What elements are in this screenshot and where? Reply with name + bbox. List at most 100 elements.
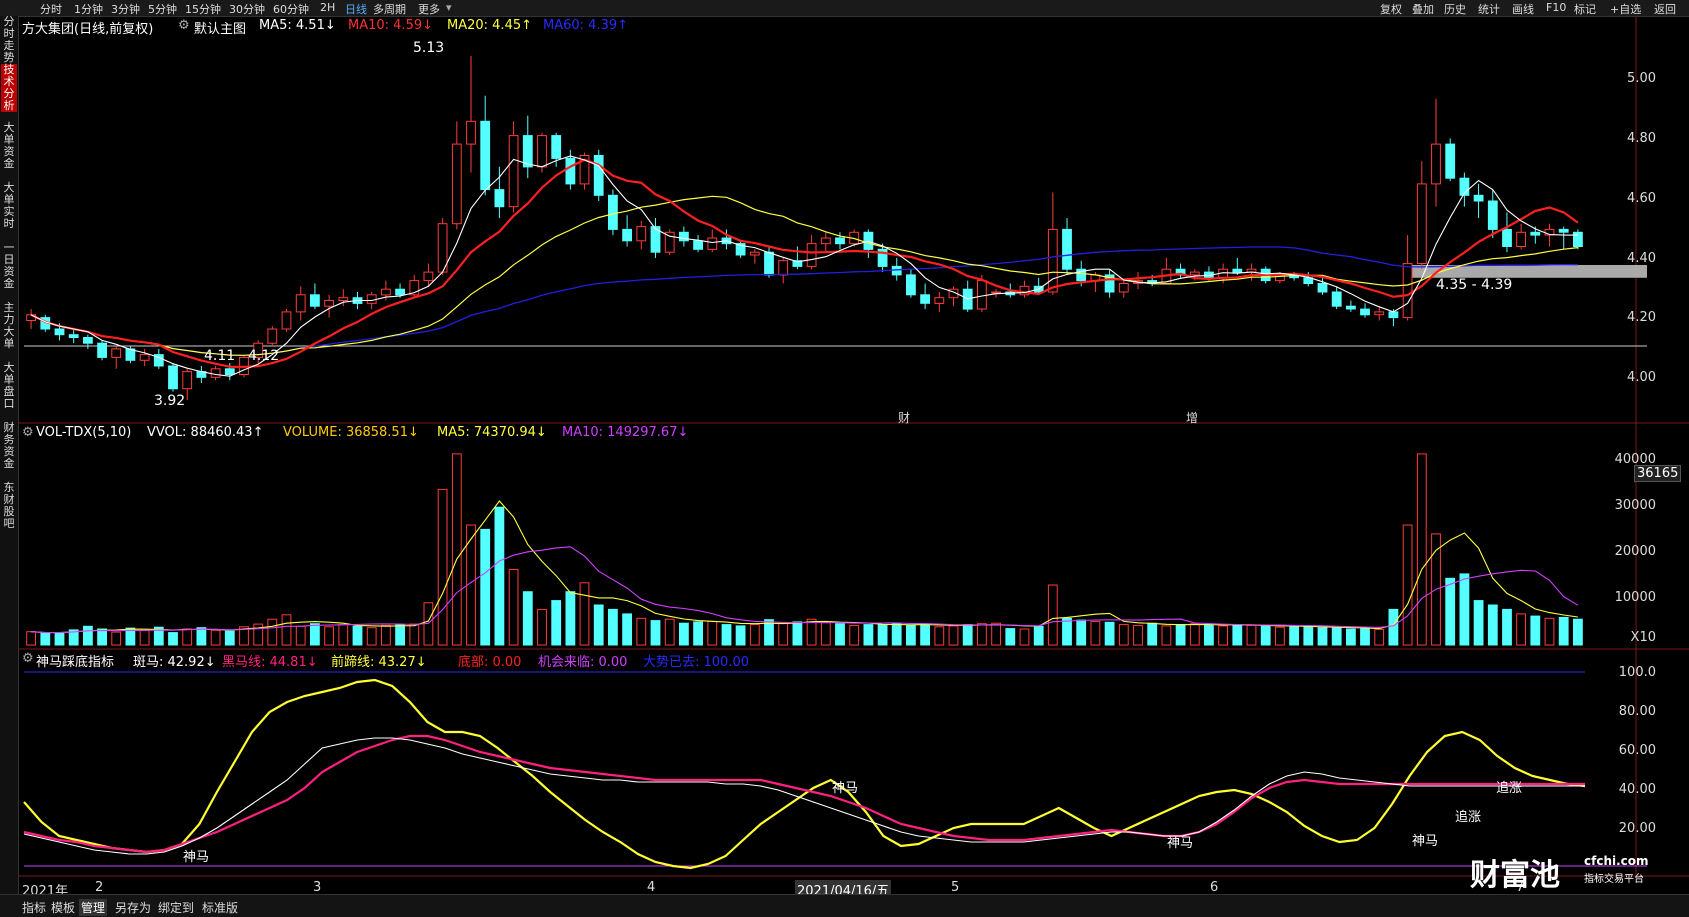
volume-bar — [182, 628, 193, 646]
volume-bar — [679, 622, 689, 646]
candle-body — [622, 228, 633, 242]
volume-bar — [1104, 621, 1115, 646]
ma10-line — [30, 158, 1579, 368]
candle-body — [778, 260, 789, 276]
volume-bar — [579, 582, 590, 646]
x-month-label: 5 — [951, 880, 960, 895]
volume-bar — [451, 453, 462, 646]
volume-bar — [1189, 623, 1200, 646]
price-tick: 4.80 — [1627, 131, 1656, 146]
volume-bar — [1062, 617, 1072, 646]
ma60-value: MA60: 4.39↑ — [543, 18, 629, 33]
volume-bar — [1445, 577, 1456, 646]
volume-bar — [707, 620, 718, 646]
candle-body — [1062, 228, 1072, 270]
candle-body — [494, 189, 505, 208]
candle-body — [1487, 200, 1498, 230]
candle-body — [806, 243, 817, 267]
volume-bar — [565, 591, 576, 646]
volume-bar — [97, 628, 107, 646]
volume-bar — [622, 613, 633, 646]
candle-body — [636, 226, 647, 242]
bind-to-button[interactable]: 绑定到 — [158, 899, 194, 916]
settings-icon[interactable]: ⚙ — [178, 18, 190, 33]
volume-bar — [1317, 627, 1328, 646]
volume-bar — [1544, 617, 1555, 646]
volume-bar — [210, 629, 221, 646]
low2b-price-label: 4.12 — [248, 348, 280, 364]
candle-body — [267, 328, 278, 344]
volume-bar — [168, 632, 178, 646]
volume-bar — [1275, 626, 1285, 646]
volume-bar — [891, 623, 902, 646]
ma20-line — [30, 195, 1578, 356]
candle-body — [1388, 311, 1399, 319]
candle-body — [68, 334, 79, 339]
ind-tick: 100.0 — [1618, 665, 1656, 680]
shenma-label: 神马 — [1167, 836, 1194, 851]
volume-bar — [962, 624, 973, 646]
settings-icon[interactable]: ⚙ — [22, 425, 34, 440]
candle-body — [1445, 143, 1456, 179]
volume-bar — [1133, 624, 1143, 646]
template-button[interactable]: 模板 — [51, 899, 75, 916]
candle-body — [1317, 283, 1328, 293]
finance-marker[interactable]: 财 — [898, 409, 910, 426]
indicator-name[interactable]: 神马踩底指标 — [36, 651, 114, 670]
vol-indicator-name[interactable]: VOL-TDX(5,10) — [36, 425, 131, 440]
vol-unit: X10 — [1630, 630, 1656, 645]
candle-body — [366, 294, 377, 304]
watermark-site: cfchi.com — [1584, 854, 1649, 868]
candle-body — [1530, 231, 1541, 236]
volume-bar — [792, 621, 803, 646]
main-chart-name[interactable]: 默认主图 — [194, 18, 246, 37]
volume-bar — [338, 624, 349, 646]
candle-body — [906, 274, 916, 296]
save-as-button[interactable]: 另存为 — [115, 899, 151, 916]
candle-body — [381, 288, 391, 296]
volume-bar — [1005, 628, 1016, 646]
candle-body — [1431, 143, 1441, 185]
volume-bar — [224, 630, 235, 646]
manage-button[interactable]: 管理 — [79, 899, 108, 916]
ma10-value: MA10: 4.59↓ — [348, 18, 434, 33]
volume-bar — [1331, 627, 1342, 646]
vol-ma5-value: MA5: 74370.94↓ — [437, 425, 547, 440]
indicator-button[interactable]: 指标 — [22, 899, 46, 916]
candle-body — [1232, 268, 1243, 273]
banma-value: 斑马: 42.92↓ — [133, 655, 216, 670]
price-tick: 4.00 — [1627, 370, 1656, 385]
volume-bar — [593, 604, 604, 646]
x-month-label: 4 — [647, 880, 656, 895]
candle-body — [1558, 228, 1569, 233]
price-tick: 4.20 — [1627, 310, 1656, 325]
candle-body — [1360, 308, 1370, 316]
dashi-value: 大势已去: 100.00 — [643, 655, 749, 670]
volume-bar — [366, 627, 377, 646]
volume-bar — [551, 600, 562, 646]
vol-ma10-line — [31, 546, 1579, 634]
volume-bar — [977, 623, 987, 646]
candle-body — [1573, 231, 1583, 248]
standard-version-button[interactable]: 标准版 — [202, 899, 238, 916]
candle-body — [182, 371, 193, 390]
candle-body — [707, 237, 718, 250]
candle-body — [664, 231, 675, 253]
volume-bar — [381, 624, 391, 646]
volume-bar — [40, 632, 51, 646]
settings-icon[interactable]: ⚙ — [22, 651, 34, 666]
qiantiao-value: 前蹄线: 43.27↓ — [331, 655, 427, 670]
volume-bar — [1232, 624, 1243, 646]
candle-body — [480, 120, 491, 191]
x-month-label: 2 — [95, 880, 104, 895]
candle-body — [891, 265, 902, 276]
stock-title: 方大集团(日线,前复权) — [22, 22, 154, 37]
volume-bar — [1047, 584, 1058, 646]
volume-bar — [1204, 624, 1214, 646]
volume-bar — [310, 623, 320, 646]
candle-body — [281, 311, 292, 330]
volume-bar — [1033, 625, 1044, 646]
candle-body — [83, 337, 93, 344]
increase-marker[interactable]: 增 — [1186, 409, 1198, 426]
candle-body — [168, 365, 178, 390]
